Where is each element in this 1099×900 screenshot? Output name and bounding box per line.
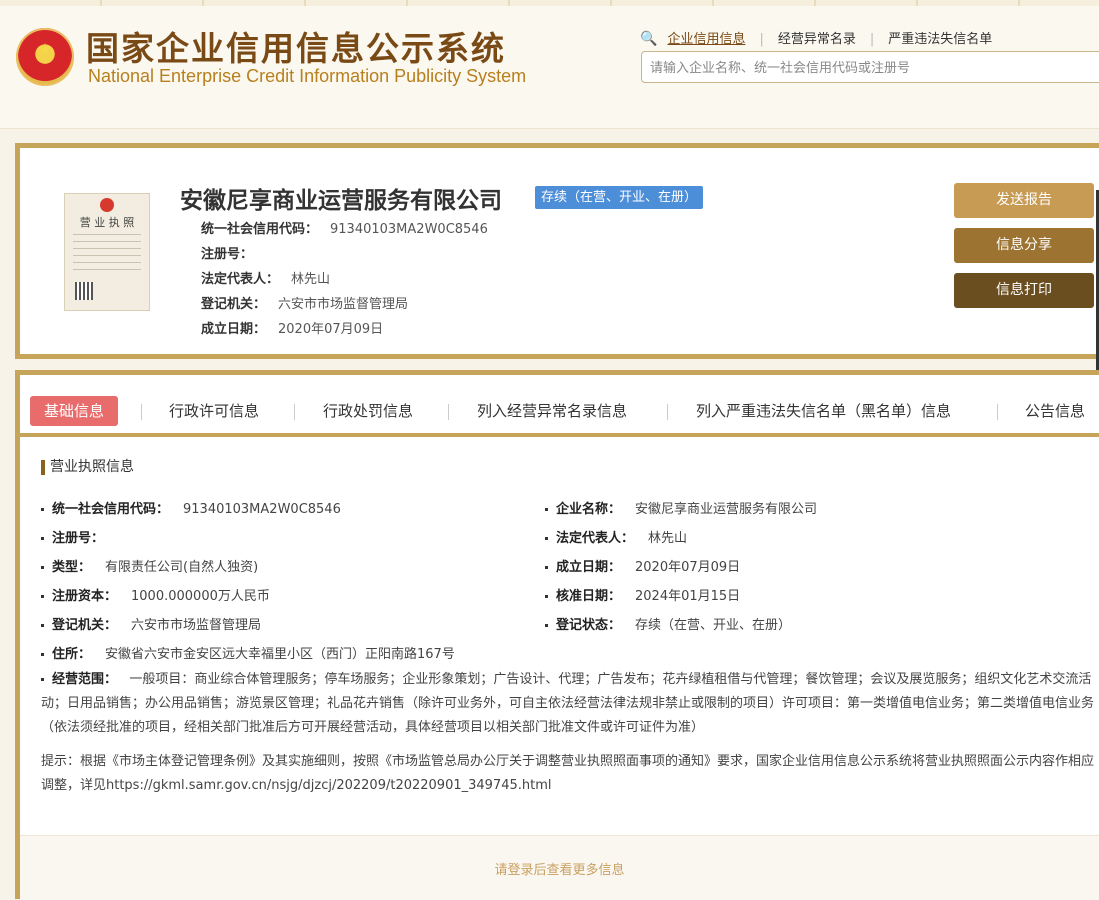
field-label: 住所：	[52, 647, 92, 662]
field-label: 类型：	[52, 560, 92, 575]
license-text-lines	[73, 234, 141, 274]
info-legal-rep: 法定代表人： 林先山	[201, 268, 330, 287]
detail-panel: 基础信息 行政许可信息 行政处罚信息 列入经营异常名录信息 列入严重违法失信名单…	[15, 370, 1099, 900]
search-icon: 🔍	[640, 31, 658, 47]
search-input[interactable]	[642, 52, 1082, 84]
qr-code-icon	[75, 282, 93, 300]
business-scope: 经营范围： 一般项目：商业综合体管理服务；停车场服务；企业形象策划；广告设计、代…	[41, 668, 1096, 740]
info-value: 91340103MA2W0C8546	[330, 222, 488, 237]
login-hint-link[interactable]: 请登录后查看更多信息	[20, 859, 1099, 878]
site-title: 国家企业信用信息公示系统	[86, 29, 506, 68]
field-address: 住所： 安徽省六安市金安区远大幸福里小区（西门）正阳南路167号	[41, 643, 455, 662]
nav-link-abnormal-list[interactable]: 经营异常名录	[778, 28, 856, 47]
top-nav: 🔍 企业信用信息 | 经营异常名录 | 严重违法失信名单	[640, 28, 992, 47]
field-label: 注册资本：	[52, 589, 118, 604]
field-capital: 注册资本： 1000.000000万人民币	[41, 585, 270, 604]
field-reg-status: 登记状态： 存续（在营、开业、在册）	[545, 614, 791, 633]
field-value: 安徽尼享商业运营服务有限公司	[635, 502, 818, 517]
section-title: 营业执照信息	[41, 460, 134, 475]
notice-text: 提示：根据《市场主体登记管理条例》及其实施细则，按照《市场监管总局办公厅关于调整…	[41, 754, 1095, 793]
nav-separator: |	[869, 32, 875, 47]
info-label: 统一社会信用代码：	[201, 222, 319, 237]
company-name: 安徽尼享商业运营服务有限公司	[180, 188, 502, 214]
send-report-button[interactable]: 发送报告	[954, 183, 1094, 218]
tab-bar: 基础信息 行政许可信息 行政处罚信息 列入经营异常名录信息 列入严重违法失信名单…	[20, 383, 1099, 437]
nav-link-credit-info[interactable]: 企业信用信息	[667, 28, 745, 47]
field-label: 企业名称：	[556, 502, 622, 517]
field-value: 存续（在营、开业、在册）	[635, 618, 792, 633]
field-label: 法定代表人：	[556, 531, 635, 546]
info-value: 2020年07月09日	[278, 322, 384, 337]
scope-label: 经营范围：	[52, 672, 118, 687]
header-decor-line	[0, 0, 1099, 6]
field-value: 91340103MA2W0C8546	[183, 502, 341, 517]
tab-admin-penalty[interactable]: 行政处罚信息	[323, 396, 413, 426]
tab-divider	[667, 404, 668, 420]
tab-blacklist[interactable]: 列入严重违法失信名单（黑名单）信息	[696, 396, 951, 426]
site-header: 国家企业信用信息公示系统 National Enterprise Credit …	[0, 0, 1099, 129]
site-subtitle: National Enterprise Credit Information P…	[88, 66, 527, 86]
info-label: 法定代表人：	[201, 272, 280, 287]
field-value: 有限责任公司(自然人独资)	[105, 560, 259, 575]
info-label: 成立日期：	[201, 322, 267, 337]
field-label: 注册号：	[52, 531, 105, 546]
field-value: 2024年01月15日	[635, 589, 741, 604]
tab-announcements[interactable]: 公告信息	[1025, 396, 1085, 426]
tab-divider	[294, 404, 295, 420]
field-value: 六安市市场监督管理局	[131, 618, 262, 633]
field-value: 林先山	[648, 531, 688, 546]
info-label: 注册号：	[201, 247, 254, 262]
field-label: 成立日期：	[556, 560, 622, 575]
field-approval-date: 核准日期： 2024年01月15日	[545, 585, 740, 604]
info-authority: 登记机关： 六安市市场监督管理局	[201, 293, 408, 312]
info-label: 登记机关：	[201, 297, 267, 312]
print-info-button[interactable]: 信息打印	[954, 273, 1094, 308]
info-founded: 成立日期： 2020年07月09日	[201, 318, 383, 337]
field-authority: 登记机关： 六安市市场监督管理局	[41, 614, 261, 633]
field-credit-code: 统一社会信用代码： 91340103MA2W0C8546	[41, 498, 341, 517]
nav-separator: |	[759, 32, 764, 47]
field-label: 统一社会信用代码：	[52, 502, 170, 517]
field-label: 核准日期：	[556, 589, 622, 604]
field-type: 类型： 有限责任公司(自然人独资)	[41, 556, 258, 575]
info-value: 六安市市场监督管理局	[278, 297, 409, 312]
tab-divider	[141, 404, 142, 420]
field-legal-rep: 法定代表人： 林先山	[545, 527, 687, 546]
tab-admin-license[interactable]: 行政许可信息	[169, 396, 259, 426]
license-title: 营 业 执 照	[79, 216, 135, 229]
status-badge: 存续（在营、开业、在册）	[535, 186, 704, 209]
info-credit-code: 统一社会信用代码： 91340103MA2W0C8546	[201, 218, 488, 237]
tab-divider	[448, 404, 449, 420]
national-emblem-icon	[16, 28, 74, 86]
nav-link-blacklist[interactable]: 严重违法失信名单	[888, 28, 992, 47]
scope-value: 一般项目：商业综合体管理服务；停车场服务；企业形象策划；广告设计、代理；广告发布…	[41, 672, 1095, 735]
field-reg-number: 注册号：	[41, 527, 118, 546]
login-prompt-bar: 请登录后查看更多信息	[20, 835, 1099, 900]
tab-divider	[997, 404, 998, 420]
field-value: 安徽省六安市金安区远大幸福里小区（西门）正阳南路167号	[105, 647, 455, 662]
info-reg-number: 注册号：	[201, 243, 265, 262]
tab-basic-info[interactable]: 基础信息	[30, 396, 119, 426]
business-license-thumbnail[interactable]: 营 业 执 照	[64, 193, 150, 311]
share-info-button[interactable]: 信息分享	[954, 228, 1094, 263]
field-label: 登记机关：	[52, 618, 118, 633]
field-founded: 成立日期： 2020年07月09日	[545, 556, 740, 575]
field-label: 登记状态：	[556, 618, 622, 633]
search-box	[641, 51, 1099, 84]
field-value: 1000.000000万人民币	[131, 589, 270, 604]
license-emblem-icon	[100, 198, 114, 212]
tab-abnormal-list[interactable]: 列入经营异常名录信息	[477, 396, 627, 426]
company-profile-card: 营 业 执 照 安徽尼享商业运营服务有限公司 存续（在营、开业、在册） 统一社会…	[15, 143, 1099, 359]
field-company-name: 企业名称： 安徽尼享商业运营服务有限公司	[545, 498, 817, 517]
field-value: 2020年07月09日	[635, 560, 741, 575]
info-value: 林先山	[291, 272, 331, 287]
